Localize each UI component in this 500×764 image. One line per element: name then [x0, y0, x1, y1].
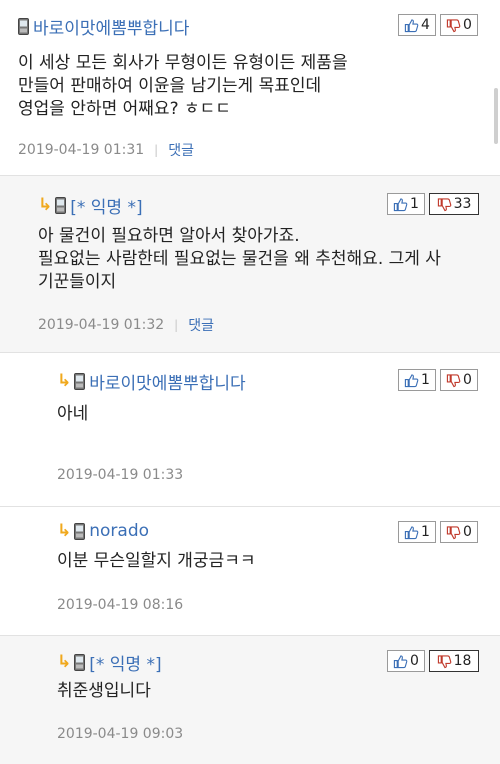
dislike-button[interactable]: 0: [440, 369, 478, 391]
vote-group: 1 0: [398, 369, 478, 391]
comment-header: ↳ norado: [57, 521, 149, 541]
comment-date: 2019-04-19 08:16: [57, 597, 184, 613]
comment-meta: 2019-04-19 01:33: [57, 467, 183, 483]
comment-date: 2019-04-19 01:33: [57, 467, 184, 483]
comment-header: ↳ [* 익명 *]: [38, 193, 143, 219]
comment-meta: 2019-04-19 08:16: [57, 597, 183, 613]
comment-meta: 2019-04-19 01:32 | 댓글: [38, 315, 214, 335]
comment-item: ↳ 바로이맛에뽐뿌합니다 1 0 아네 2019-04-19 01:33: [0, 353, 500, 507]
like-button[interactable]: 1: [398, 521, 436, 543]
vote-group: 1 0: [398, 521, 478, 543]
thumbs-up-icon: [404, 18, 419, 32]
comment-body: 아 물건이 필요하면 알아서 찾아가죠. 필요없는 사람한테 필요없는 물건을 …: [38, 225, 441, 294]
comment-line: 아네: [57, 404, 89, 424]
comment-item: ↳ [* 익명 *] 1 33 아 물건이 필요하면 알아서 찾아가죠. 필요없…: [0, 176, 500, 353]
comment-line: 이분 무슨일할지 개궁금ㅋㅋ: [57, 551, 256, 571]
comment-body: 이 세상 모든 회사가 무형이든 유형이든 제품을 만들어 판매하여 이윤을 남…: [18, 52, 348, 121]
dislike-button[interactable]: 18: [429, 650, 479, 672]
comment-body: 이분 무슨일할지 개궁금ㅋㅋ: [57, 550, 256, 573]
like-button[interactable]: 0: [387, 650, 425, 672]
thumbs-up-icon: [393, 654, 408, 668]
comment-body: 취준생입니다: [57, 680, 151, 703]
comment-date: 2019-04-19 01:31: [18, 142, 145, 158]
thumbs-up-icon: [393, 197, 408, 211]
reply-arrow-icon: ↳: [38, 195, 53, 215]
dislike-button[interactable]: 0: [440, 14, 478, 36]
mobile-phone-icon: [74, 654, 86, 671]
thumbs-down-icon: [437, 654, 451, 668]
thumbs-up-icon: [404, 525, 419, 539]
comment-line: 취준생입니다: [57, 681, 151, 701]
comment-date: 2019-04-19 09:03: [57, 726, 184, 742]
comment-author[interactable]: [* 익명 *]: [89, 650, 161, 675]
vote-group: 1 33: [387, 193, 479, 215]
comment-item: 바로이맛에뽐뿌합니다 4 0 이 세상 모든 회사가 무형이든 유형이든 제품을…: [0, 0, 500, 176]
reply-arrow-icon: ↳: [57, 652, 72, 672]
thumbs-down-icon: [446, 525, 461, 539]
comment-header: 바로이맛에뽐뿌합니다: [18, 14, 189, 39]
comment-date: 2019-04-19 01:32: [38, 317, 165, 333]
comment-header: ↳ [* 익명 *]: [57, 650, 162, 676]
dislike-button[interactable]: 33: [429, 193, 479, 215]
meta-divider: |: [174, 318, 179, 332]
vote-group: 4 0: [398, 14, 478, 36]
reply-link[interactable]: 댓글: [168, 140, 194, 160]
comment-line: 만들어 판매하여 이윤을 남기는게 목표인데: [18, 76, 322, 96]
comment-meta: 2019-04-19 09:03: [57, 726, 183, 742]
comment-body: 아네: [57, 403, 88, 426]
scrollbar-thumb[interactable]: [494, 88, 498, 144]
reply-arrow-icon: ↳: [57, 520, 72, 541]
mobile-phone-icon: [74, 522, 86, 540]
comment-author[interactable]: [* 익명 *]: [70, 193, 142, 218]
comment-item: ↳ norado 1 0 이분 무슨일할지 개궁금ㅋㅋ 2019-04-19 0…: [0, 507, 500, 636]
comment-meta: 2019-04-19 01:31 | 댓글: [18, 140, 194, 160]
thumbs-down-icon: [437, 197, 451, 211]
thumbs-down-icon: [446, 373, 461, 387]
dislike-button[interactable]: 0: [440, 521, 478, 543]
comment-author[interactable]: 바로이맛에뽐뿌합니다: [89, 369, 245, 394]
comment-line: 영업을 안하면 어째요? ㅎㄷㄷ: [18, 99, 231, 119]
like-button[interactable]: 1: [387, 193, 425, 215]
comment-item: ↳ [* 익명 *] 0 18 취준생입니다 2019-04-19 09:03: [0, 636, 500, 764]
like-button[interactable]: 4: [398, 14, 436, 36]
like-button[interactable]: 1: [398, 369, 436, 391]
comment-line: 이 세상 모든 회사가 무형이든 유형이든 제품을: [18, 53, 348, 73]
comment-line: 기꾼들이지: [38, 272, 117, 292]
comment-header: ↳ 바로이맛에뽐뿌합니다: [57, 369, 246, 395]
meta-divider: |: [154, 143, 159, 157]
mobile-phone-icon: [55, 197, 67, 214]
comment-author[interactable]: norado: [89, 521, 149, 541]
reply-link[interactable]: 댓글: [188, 315, 214, 335]
comment-line: 필요없는 사람한테 필요없는 물건을 왜 추천해요. 그게 사: [38, 249, 441, 269]
comment-line: 아 물건이 필요하면 알아서 찾아가죠.: [38, 226, 300, 246]
comment-author[interactable]: 바로이맛에뽐뿌합니다: [33, 14, 189, 39]
mobile-phone-icon: [18, 18, 29, 35]
thumbs-up-icon: [404, 373, 419, 387]
thumbs-down-icon: [446, 18, 461, 32]
vote-group: 0 18: [387, 650, 479, 672]
reply-arrow-icon: ↳: [57, 371, 72, 391]
mobile-phone-icon: [74, 373, 86, 390]
